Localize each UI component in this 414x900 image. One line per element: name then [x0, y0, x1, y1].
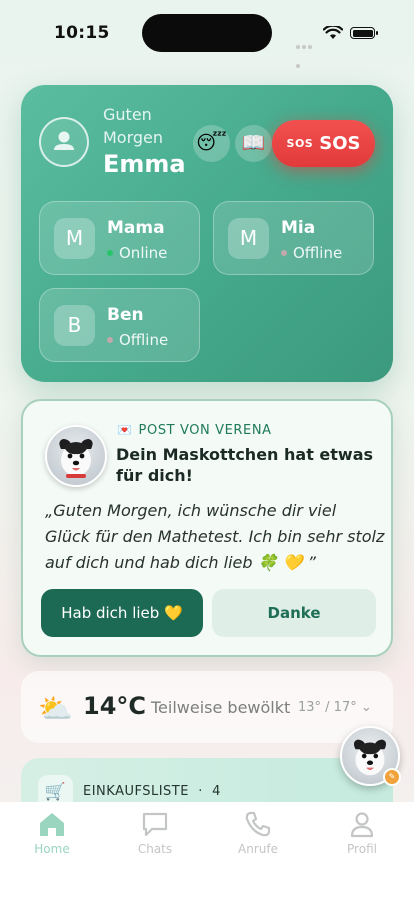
weather-temperature: 14°C	[83, 692, 147, 720]
partly-cloudy-icon: ⛅	[38, 692, 73, 725]
battery-icon	[350, 27, 378, 39]
sleep-icon[interactable]: 😴	[193, 125, 230, 162]
sos-icon: SOS	[286, 137, 314, 150]
online-indicator	[107, 249, 113, 256]
offline-indicator	[107, 336, 113, 343]
thanks-button[interactable]: Danke	[212, 589, 376, 637]
wifi-icon	[323, 26, 343, 39]
status-bar: 10:15	[0, 0, 414, 68]
greeting-text: Guten Morgen	[103, 105, 164, 147]
contact-avatar: M	[54, 218, 95, 259]
tab-label: Chats	[137, 842, 173, 856]
offline-indicator	[281, 249, 287, 256]
contact-name: Ben	[107, 305, 144, 325]
weather-range: 13° / 17° ⌄	[298, 700, 372, 715]
user-name: Emma	[103, 150, 186, 178]
tab-label: Profil	[347, 842, 377, 856]
contact-card-mia[interactable]: M Mia Offline	[213, 201, 374, 275]
person-icon	[54, 131, 74, 150]
contact-name: Mama	[107, 218, 165, 238]
phone-icon	[245, 811, 271, 837]
contact-card-mama[interactable]: M Mama Online	[39, 201, 200, 275]
chat-icon	[142, 812, 168, 837]
contact-status: Offline	[281, 244, 342, 262]
envelope-icon: 💌	[117, 423, 133, 437]
shopping-list-label: EINKAUFSLISTE · 4	[83, 784, 221, 799]
tab-label: Home	[34, 842, 70, 856]
user-avatar[interactable]	[39, 117, 89, 167]
sos-button[interactable]: SOS SOS	[272, 120, 375, 167]
tab-chats[interactable]: Chats	[115, 810, 195, 856]
signal-icon	[296, 34, 318, 68]
contact-status: Offline	[107, 331, 168, 349]
bottom-tab-bar: Home Chats Anrufe Profil	[0, 802, 414, 900]
tab-label: Anrufe	[238, 842, 278, 856]
contact-avatar: B	[54, 305, 95, 346]
sos-label: SOS	[319, 133, 361, 154]
shopping-count: 4	[212, 784, 221, 799]
tab-profile[interactable]: Profil	[322, 810, 402, 856]
post-title: Dein Maskottchen hat etwas für dich!	[116, 445, 374, 485]
contact-avatar: M	[228, 218, 269, 259]
home-icon	[40, 813, 64, 836]
tab-calls[interactable]: Anrufe	[218, 810, 298, 856]
profile-icon	[350, 812, 374, 838]
mascot-post-card: 💌 POST VON VERENA Dein Maskottchen hat et…	[21, 399, 393, 657]
contact-name: Mia	[281, 218, 316, 238]
dynamic-island	[142, 14, 272, 52]
tab-home[interactable]: Home	[12, 810, 92, 856]
chevron-down-icon: ⌄	[360, 700, 372, 715]
post-message: „Guten Morgen, ich wünsche dir viel Glüc…	[45, 501, 385, 572]
book-icon[interactable]: 📖	[235, 125, 272, 162]
love-reply-button[interactable]: Hab dich lieb 💛	[41, 589, 203, 637]
weather-widget[interactable]: ⛅ 14°C Teilweise bewölkt 13° / 17° ⌄	[21, 671, 393, 743]
contact-status: Online	[107, 244, 167, 262]
contact-card-ben[interactable]: B Ben Offline	[39, 288, 200, 362]
status-time: 10:15	[54, 23, 110, 43]
post-sender: 💌 POST VON VERENA	[117, 423, 272, 438]
mascot-badge-icon: ✎	[383, 768, 401, 786]
dog-icon	[59, 439, 93, 478]
weather-description: Teilweise bewölkt	[151, 698, 291, 717]
mascot-avatar	[45, 425, 107, 487]
greeting-card: Guten Morgen Emma 😴 📖 SOS SOS M Mama Onl…	[21, 85, 393, 382]
